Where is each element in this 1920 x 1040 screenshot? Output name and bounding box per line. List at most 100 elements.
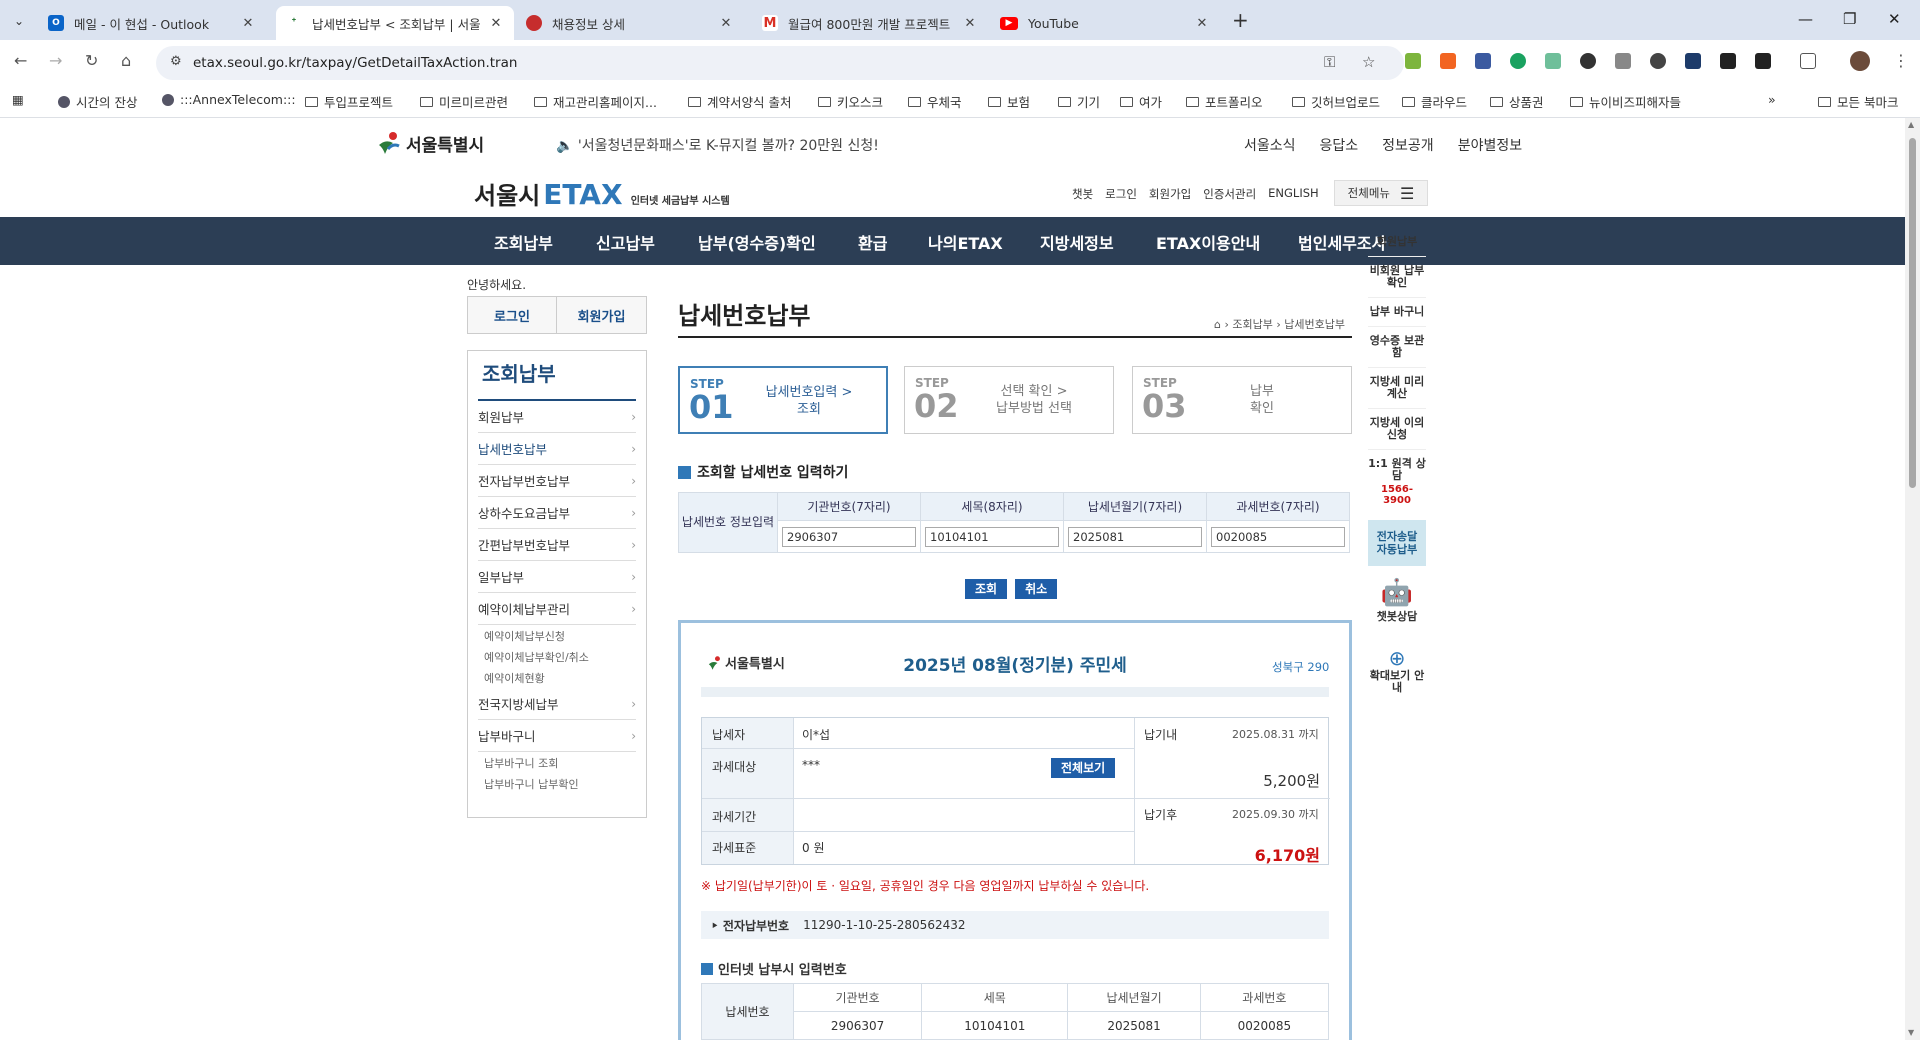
tab-etax[interactable]: ᐩ 납세번호납부 < 조회납부 | 서울 ✕ — [276, 6, 514, 40]
bookmark-item[interactable]: 여가 — [1120, 92, 1162, 111]
cert-link[interactable]: 인증서관리 — [1203, 186, 1256, 202]
bookmark-item[interactable]: 보험 — [988, 92, 1030, 111]
etax-logo[interactable]: 서울시 ETAX 인터넷 세금납부 시스템 — [474, 176, 730, 211]
quick-calc[interactable]: 지방세 미리계산 — [1368, 368, 1426, 409]
tax-number-input[interactable]: 0020085 — [1211, 526, 1345, 547]
side-login-button[interactable]: 로그인 — [467, 296, 557, 334]
reload-icon[interactable]: ↻ — [85, 51, 98, 70]
bookmark-item[interactable]: :::AnnexTelecom::: — [162, 92, 296, 107]
nav-item[interactable]: 지방세정보 — [1040, 230, 1114, 254]
nav-item[interactable]: ETAX이용안내 — [1156, 230, 1260, 254]
side-submenu-item[interactable]: 예약이체현황 — [478, 667, 636, 688]
bookmark-item[interactable]: 시간의 잔상 — [58, 92, 137, 111]
all-menu-button[interactable]: 전체메뉴 ☰ — [1334, 180, 1428, 206]
close-icon[interactable]: ✕ — [718, 16, 734, 31]
close-icon[interactable]: ✕ — [488, 16, 504, 31]
bookmark-item[interactable]: 우체국 — [908, 92, 962, 111]
side-submenu-item[interactable]: 납부바구니 조회 — [478, 752, 636, 773]
home-icon[interactable]: ⌂ — [1214, 318, 1221, 331]
util-link[interactable]: 분야별정보 — [1458, 138, 1522, 154]
extension-icon[interactable] — [1510, 53, 1526, 69]
more-menu-icon[interactable]: ⋮ — [1893, 51, 1909, 70]
login-link[interactable]: 로그인 — [1105, 186, 1137, 202]
minimize-icon[interactable]: — — [1798, 10, 1813, 28]
bookmark-item[interactable]: 포트폴리오 — [1186, 92, 1263, 111]
site-info-icon[interactable]: ⚙ — [170, 54, 182, 69]
home-icon[interactable]: ⌂ — [121, 51, 131, 70]
bookmarks-overflow-icon[interactable]: » — [1768, 92, 1776, 107]
util-link[interactable]: 서울소식 — [1244, 138, 1296, 154]
bookmark-item[interactable]: 클라우드 — [1402, 92, 1467, 111]
bookmark-item[interactable]: 상품권 — [1490, 92, 1544, 111]
quick-eservice[interactable]: 전자송달 자동납부 — [1368, 520, 1426, 566]
all-bookmarks[interactable]: 모든 북마크 — [1818, 92, 1898, 111]
zoom-plus-icon[interactable]: ⊕ — [1368, 646, 1426, 670]
window-close-icon[interactable]: ✕ — [1888, 10, 1901, 28]
extensions-puzzle-icon[interactable] — [1800, 53, 1816, 69]
quick-objection[interactable]: 지방세 이의신청 — [1368, 409, 1426, 450]
side-submenu-item[interactable]: 납부바구니 납부확인 — [478, 773, 636, 794]
bookmark-item[interactable]: 투입프로젝트 — [305, 92, 393, 111]
url-text[interactable]: etax.seoul.go.kr/taxpay/GetDetailTaxActi… — [193, 55, 517, 71]
notice-banner[interactable]: 🔈 '서울청년문화패스'로 K-뮤지컬 볼까? 20만원 신청! — [556, 135, 879, 155]
bookmark-item[interactable]: 키오스크 — [818, 92, 883, 111]
tab-job[interactable]: 채용정보 상세 ✕ — [516, 6, 744, 40]
side-menu-item[interactable]: 전자납부번호납부 › — [478, 465, 636, 497]
bookmark-item[interactable]: 뉴이비즈피해자들 — [1570, 92, 1681, 111]
avatar[interactable] — [1850, 51, 1870, 71]
tax-item-input[interactable]: 10104101 — [925, 526, 1059, 547]
extension-icon[interactable] — [1720, 53, 1736, 69]
side-menu-item[interactable]: 전국지방세납부 › — [478, 688, 636, 720]
quick-member-pay[interactable]: 회원납부 — [1368, 228, 1426, 257]
english-link[interactable]: ENGLISH — [1268, 186, 1319, 202]
side-submenu-item[interactable]: 예약이체납부확인/취소 — [478, 646, 636, 667]
tax-period-input[interactable]: 2025081 — [1068, 526, 1202, 547]
bookmark-item[interactable]: 기기 — [1058, 92, 1100, 111]
tab-outlook[interactable]: O 메일 - 이 현섭 - Outlook ✕ — [38, 6, 266, 40]
extension-icon[interactable] — [1685, 53, 1701, 69]
scroll-up-icon[interactable]: ▲ — [1908, 120, 1914, 129]
side-submenu-item[interactable]: 예약이체납부신청 — [478, 625, 636, 646]
close-icon[interactable]: ✕ — [1194, 16, 1210, 31]
bookmark-item[interactable]: 계약서양식 출처 — [688, 92, 791, 111]
bookmark-star-icon[interactable]: ☆ — [1362, 53, 1375, 71]
forward-icon[interactable]: → — [49, 51, 62, 70]
view-all-button[interactable]: 전체보기 — [1051, 758, 1116, 778]
seoul-logo[interactable]: 서울특별시 — [376, 130, 484, 156]
nav-item[interactable]: 조회납부 — [494, 230, 553, 254]
nav-item[interactable]: 납부(영수증)확인 — [698, 230, 816, 254]
restore-icon[interactable]: ❐ — [1843, 10, 1856, 28]
extension-icon[interactable] — [1475, 53, 1491, 69]
side-menu-item[interactable]: 납부바구니 › — [478, 720, 636, 752]
extension-icon[interactable] — [1545, 53, 1561, 69]
chatbot-link[interactable]: 챗봇 — [1072, 186, 1093, 202]
bookmark-item[interactable]: 깃허브업로드 — [1292, 92, 1380, 111]
nav-item[interactable]: 나의ETAX — [928, 230, 1003, 254]
side-join-button[interactable]: 회원가입 — [557, 296, 647, 334]
nav-item[interactable]: 신고납부 — [596, 230, 655, 254]
extension-icon[interactable] — [1650, 53, 1666, 69]
back-icon[interactable]: ← — [14, 51, 27, 70]
zoom-guide[interactable]: 확대보기 안내 — [1368, 670, 1426, 694]
quick-basket[interactable]: 납부 바구니 — [1368, 298, 1426, 327]
close-icon[interactable]: ✕ — [240, 16, 256, 31]
extension-icon[interactable] — [1405, 53, 1421, 69]
chatbot-icon[interactable]: 🤖 — [1368, 578, 1426, 608]
tab-youtube[interactable]: ▶ YouTube ✕ — [990, 6, 1220, 40]
scroll-down-icon[interactable]: ▼ — [1908, 1028, 1914, 1037]
side-menu-item[interactable]: 회원납부 › — [478, 401, 636, 433]
chatbot-label[interactable]: 챗봇상담 — [1368, 608, 1426, 624]
side-menu-item[interactable]: 상하수도요금납부 › — [478, 497, 636, 529]
close-icon[interactable]: ✕ — [962, 16, 978, 31]
cancel-button[interactable]: 취소 — [1015, 579, 1058, 599]
util-link[interactable]: 응답소 — [1320, 138, 1359, 154]
page-scrollbar[interactable]: ▲ ▼ — [1905, 118, 1920, 1040]
extension-icon[interactable] — [1580, 53, 1596, 69]
side-menu-item[interactable]: 간편납부번호납부 › — [478, 529, 636, 561]
password-key-icon[interactable]: ⚿ — [1324, 53, 1335, 71]
bookmark-item[interactable]: 재고관리홈페이지... — [534, 92, 657, 111]
new-tab-button[interactable]: + — [1232, 8, 1249, 32]
search-button[interactable]: 조회 — [965, 579, 1008, 599]
camera-icon[interactable] — [1615, 53, 1631, 69]
join-link[interactable]: 회원가입 — [1149, 186, 1191, 202]
